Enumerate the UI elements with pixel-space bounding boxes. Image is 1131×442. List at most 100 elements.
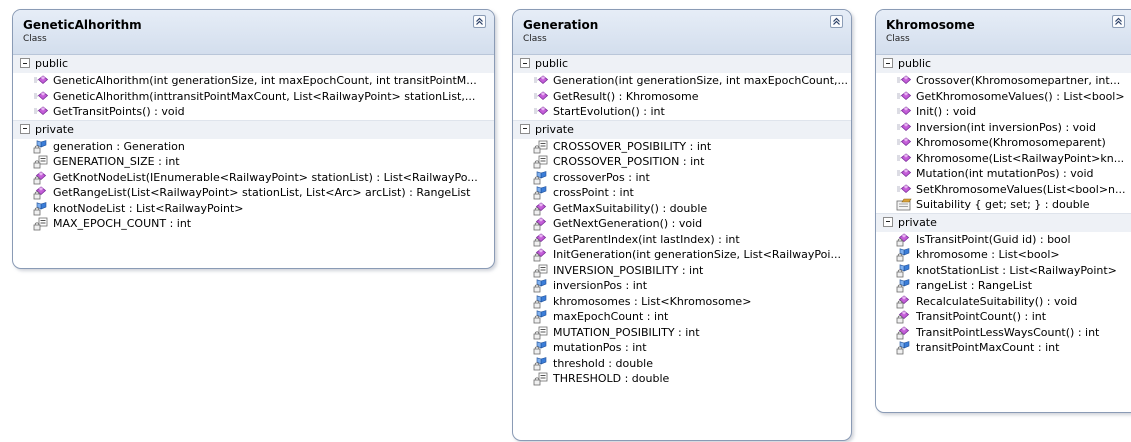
member-row[interactable]: knotNodeList : List<RailwayPoint>: [13, 201, 494, 217]
section-header-public[interactable]: public: [513, 55, 851, 73]
member-row[interactable]: khromosome : List<bool>: [876, 247, 1131, 263]
member-signature: GetNextGeneration() : void: [553, 217, 703, 230]
section-header-private[interactable]: private: [513, 119, 851, 139]
member-signature: khromosomes : List<Khromosome>: [553, 294, 752, 308]
collapse-chevron-icon[interactable]: [1112, 15, 1125, 28]
member-signature: TransitPointLessWaysCount() : int: [916, 325, 1100, 339]
member-row[interactable]: Suitability { get; set; } : double: [876, 197, 1131, 213]
public-method-icon: [896, 183, 912, 197]
member-row[interactable]: THRESHOLD : double: [513, 371, 851, 387]
member-row[interactable]: GENERATION_SIZE : int: [13, 154, 494, 170]
public-method-icon: [896, 74, 912, 88]
class-kind: Class: [523, 34, 547, 44]
member-row[interactable]: MAX_EPOCH_COUNT : int: [13, 216, 494, 232]
public-method-icon: [533, 74, 549, 88]
class-kind: Class: [886, 34, 910, 44]
member-row[interactable]: GetKnotNodeList(IEnumerable<RailwayPoint…: [13, 170, 494, 186]
member-row[interactable]: MUTATION_POSIBILITY : int: [513, 325, 851, 341]
class-members: public GeneticAlhorithm(int generationSiz…: [13, 55, 494, 232]
collapse-minus-icon[interactable]: [520, 58, 530, 68]
member-row[interactable]: InitGeneration(int generationSize, List<…: [513, 247, 851, 263]
private-constant-icon: [33, 155, 49, 169]
member-row[interactable]: mutationPos : int: [513, 340, 851, 356]
member-row[interactable]: GetNextGeneration() : void: [513, 216, 851, 232]
member-row[interactable]: knotStationList : List<RailwayPoint>: [876, 263, 1131, 279]
member-row[interactable]: transitPointMaxCount : int: [876, 340, 1131, 356]
member-signature: CROSSOVER_POSIBILITY : int: [553, 139, 712, 153]
class-box-geneticalhorithm[interactable]: GeneticAlhorithm Class public GeneticAlho…: [12, 9, 495, 269]
member-row[interactable]: crossPoint : int: [513, 185, 851, 201]
member-row[interactable]: Khromosome(Khromosomeparent): [876, 135, 1131, 151]
private-field-icon: [533, 186, 549, 200]
collapse-minus-icon[interactable]: [520, 123, 530, 134]
private-method-icon: [33, 170, 49, 185]
member-row[interactable]: RecalculateSuitability() : void: [876, 294, 1131, 310]
collapse-chevron-icon[interactable]: [830, 15, 843, 28]
section-header-public[interactable]: public: [13, 55, 494, 73]
member-row[interactable]: GetParentIndex(int lastIndex) : int: [513, 232, 851, 248]
member-signature: GetMaxSuitability() : double: [553, 201, 708, 215]
member-signature: inversionPos : int: [553, 279, 648, 292]
member-row[interactable]: Crossover(Khromosomepartner, int...: [876, 73, 1131, 89]
collapse-minus-icon[interactable]: [883, 216, 893, 227]
member-row[interactable]: CROSSOVER_POSIBILITY : int: [513, 139, 851, 155]
private-method-icon: [896, 310, 912, 324]
member-row[interactable]: khromosomes : List<Khromosome>: [513, 294, 851, 310]
member-row[interactable]: GeneticAlhorithm(inttransitPointMaxCount…: [13, 89, 494, 105]
private-field-icon: [33, 139, 49, 154]
member-signature: GetRangeList(List<RailwayPoint> stationL…: [53, 186, 471, 199]
private-field-icon: [896, 341, 912, 355]
member-row[interactable]: IsTransitPoint(Guid id) : bool: [876, 232, 1131, 248]
collapse-minus-icon[interactable]: [20, 58, 30, 68]
member-row[interactable]: TransitPointCount() : int: [876, 309, 1131, 325]
member-row[interactable]: threshold : double: [513, 356, 851, 372]
member-row[interactable]: INVERSION_POSIBILITY : int: [513, 263, 851, 279]
member-row[interactable]: GetRangeList(List<RailwayPoint> stationL…: [13, 185, 494, 201]
section-header-private[interactable]: private: [876, 212, 1131, 232]
member-row[interactable]: GeneticAlhorithm(int generationSize, int…: [13, 73, 494, 89]
class-members: public Generation(int generationSize, int…: [513, 55, 851, 387]
member-signature: THRESHOLD : double: [553, 372, 670, 385]
section-header-public[interactable]: public: [876, 55, 1131, 73]
member-row[interactable]: TransitPointLessWaysCount() : int: [876, 325, 1131, 341]
section-header-private[interactable]: private: [13, 119, 494, 139]
member-row[interactable]: StartEvolution() : int: [513, 104, 851, 120]
member-row[interactable]: Khromosome(List<RailwayPoint>kn...: [876, 151, 1131, 167]
class-header[interactable]: GeneticAlhorithm Class: [13, 10, 494, 55]
member-row[interactable]: Init() : void: [876, 104, 1131, 120]
member-signature: crossPoint : int: [553, 186, 634, 199]
public-method-icon: [896, 167, 912, 181]
private-field-icon: [896, 279, 912, 293]
section-private: private IsTransitPoint(Guid id) : bool khr…: [876, 212, 1131, 356]
member-row[interactable]: crossoverPos : int: [513, 170, 851, 186]
member-row[interactable]: GetTransitPoints() : void: [13, 104, 494, 120]
member-row[interactable]: Mutation(int mutationPos) : void: [876, 166, 1131, 182]
class-header[interactable]: Khromosome Class: [876, 10, 1131, 55]
public-method-icon: [896, 121, 912, 135]
collapse-chevron-icon[interactable]: [473, 15, 486, 28]
private-field-icon: [533, 310, 549, 324]
collapse-minus-icon[interactable]: [20, 123, 30, 134]
member-signature: Suitability { get; set; } : double: [916, 198, 1090, 211]
private-constant-icon: [533, 372, 549, 386]
member-row[interactable]: GetResult() : Khromosome: [513, 89, 851, 105]
member-row[interactable]: GetMaxSuitability() : double: [513, 201, 851, 217]
private-method-icon: [533, 248, 549, 262]
private-field-icon: [896, 263, 912, 278]
public-property-icon: [896, 198, 912, 212]
collapse-minus-icon[interactable]: [883, 58, 893, 68]
member-row[interactable]: GetKhromosomeValues() : List<bool>: [876, 89, 1131, 105]
member-row[interactable]: CROSSOVER_POSITION : int: [513, 154, 851, 170]
member-row[interactable]: Inversion(int inversionPos) : void: [876, 120, 1131, 136]
private-constant-icon: [33, 217, 49, 231]
class-box-khromosome[interactable]: Khromosome Class public Crossover(Khromos…: [875, 9, 1131, 413]
class-header[interactable]: Generation Class: [513, 10, 851, 55]
member-row[interactable]: generation : Generation: [13, 139, 494, 155]
member-signature: InitGeneration(int generationSize, List<…: [553, 248, 841, 261]
class-box-generation[interactable]: Generation Class public Generation(int ge…: [512, 9, 852, 441]
member-row[interactable]: inversionPos : int: [513, 278, 851, 294]
member-row[interactable]: SetKhromosomeValues(List<bool>n...: [876, 182, 1131, 198]
member-row[interactable]: maxEpochCount : int: [513, 309, 851, 325]
member-row[interactable]: rangeList : RangeList: [876, 278, 1131, 294]
member-row[interactable]: Generation(int generationSize, int maxEp…: [513, 73, 851, 89]
